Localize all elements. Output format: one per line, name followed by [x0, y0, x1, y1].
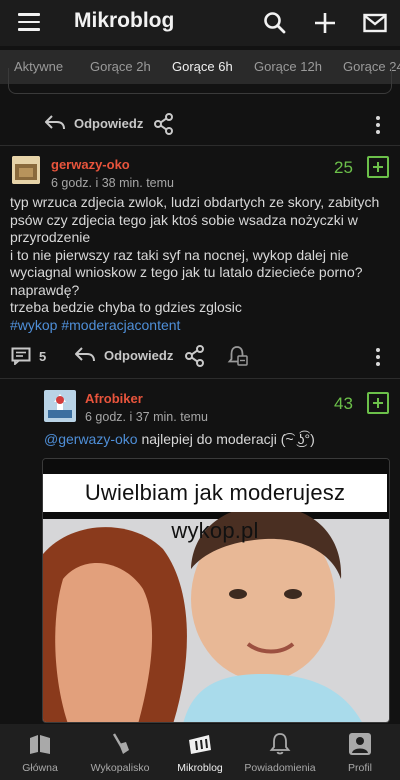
- nav-label: Główna: [22, 762, 58, 774]
- nav-label: Powiadomienia: [244, 762, 316, 774]
- tag-link[interactable]: #moderacjacontent: [61, 317, 180, 333]
- top-app-bar: Mikroblog: [0, 0, 400, 46]
- bottom-navigation: Główna Wykopalisko Mikroblog Powiadomien…: [0, 724, 400, 780]
- nav-mikroblog[interactable]: Mikroblog: [160, 724, 240, 780]
- reply-body: @gerwazy-oko najlepiej do moderacji (͡~ …: [44, 431, 315, 447]
- reply-button[interactable]: Odpowiedz: [44, 114, 143, 132]
- nav-glowna[interactable]: Główna: [0, 724, 80, 780]
- more-options-icon[interactable]: [376, 116, 382, 137]
- reply-label: Odpowiedz: [104, 347, 174, 363]
- entry-username[interactable]: gerwazy-oko: [51, 157, 130, 172]
- share-icon[interactable]: [154, 113, 174, 135]
- comments-icon[interactable]: [11, 347, 31, 365]
- reply-timestamp: 6 godz. i 37 min. temu: [85, 410, 208, 424]
- avatar[interactable]: [12, 156, 40, 184]
- avatar[interactable]: [44, 390, 76, 422]
- reply-label: Odpowiedz: [74, 115, 144, 131]
- user-mention-link[interactable]: @gerwazy-oko: [44, 431, 138, 447]
- plus-icon[interactable]: [312, 10, 338, 36]
- nav-wykopalisko[interactable]: Wykopalisko: [80, 724, 160, 780]
- shovel-icon: [112, 733, 129, 754]
- entry-line: trzeba bedzie chyba to gdzies zglosic: [10, 299, 242, 315]
- app-title: Mikroblog: [74, 9, 175, 32]
- reply-icon: [45, 115, 65, 130]
- reply-icon: [75, 347, 95, 362]
- previous-entry-card: [8, 68, 392, 94]
- comments-count[interactable]: 5: [39, 349, 46, 364]
- entry-timestamp: 6 godz. i 38 min. temu: [51, 176, 174, 190]
- reply-text: najlepiej do moderacji (͡~ ͜ʖ͡°): [137, 431, 315, 447]
- upvote-button[interactable]: [367, 392, 389, 414]
- divider: [0, 378, 400, 379]
- menu-icon[interactable]: [18, 13, 40, 31]
- entry-line: i to nie pierwszy raz taki syf na nocnej…: [10, 246, 363, 298]
- reply-button[interactable]: Odpowiedz: [74, 346, 173, 364]
- nav-profil[interactable]: Profil: [320, 724, 400, 780]
- profile-icon: [349, 733, 371, 755]
- nav-powiadomienia[interactable]: Powiadomienia: [240, 724, 320, 780]
- mikroblog-icon: [189, 735, 211, 754]
- divider: [0, 145, 400, 146]
- home-icon: [30, 735, 50, 754]
- notification-bell-icon[interactable]: [227, 345, 249, 367]
- entry-line: typ wrzuca zdjecia zwlok, ludzi obdartyc…: [10, 194, 380, 245]
- mail-icon[interactable]: [362, 10, 388, 36]
- more-options-icon[interactable]: [376, 348, 382, 369]
- reply-score: 43: [334, 394, 353, 413]
- share-icon[interactable]: [185, 345, 205, 367]
- nav-label: Wykopalisko: [90, 762, 150, 774]
- bell-icon: [269, 733, 291, 755]
- search-icon[interactable]: [262, 10, 288, 36]
- nav-label: Profil: [348, 762, 372, 774]
- image-caption: Uwielbiam jak moderujesz wykop.pl: [43, 474, 387, 543]
- embedded-image[interactable]: Uwielbiam jak moderujesz wykop.pl: [42, 458, 390, 723]
- entry-body: typ wrzuca zdjecia zwlok, ludzi obdartyc…: [10, 194, 392, 334]
- tag-link[interactable]: #wykop: [10, 317, 57, 333]
- nav-label: Mikroblog: [177, 762, 223, 774]
- entry-score: 25: [334, 158, 353, 177]
- upvote-button[interactable]: [367, 156, 389, 178]
- reply-username[interactable]: Afrobiker: [85, 391, 143, 406]
